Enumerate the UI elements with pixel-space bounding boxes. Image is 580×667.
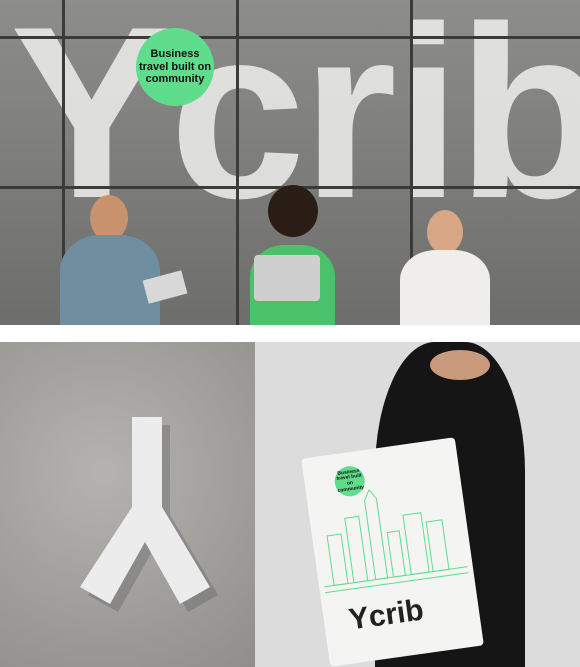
person-woman-phone: [385, 210, 510, 325]
tote-bag-photo: Business travel built on community Ycrib: [255, 342, 580, 667]
person-woman-laptop: [240, 185, 345, 325]
tote-bag: Business travel built on community Ycrib: [301, 437, 484, 667]
city-skyline-illustration: [324, 488, 469, 594]
ycrib-logo-mark-icon: [80, 417, 218, 612]
person-man-tablet: [50, 195, 190, 325]
bag-wordmark: Ycrib: [346, 593, 426, 637]
logo-sign-wall: [0, 342, 255, 667]
tagline-badge: Business travel built on community: [136, 28, 214, 106]
hero-photo-wall: Ycrib Business travel built on community: [0, 0, 580, 325]
